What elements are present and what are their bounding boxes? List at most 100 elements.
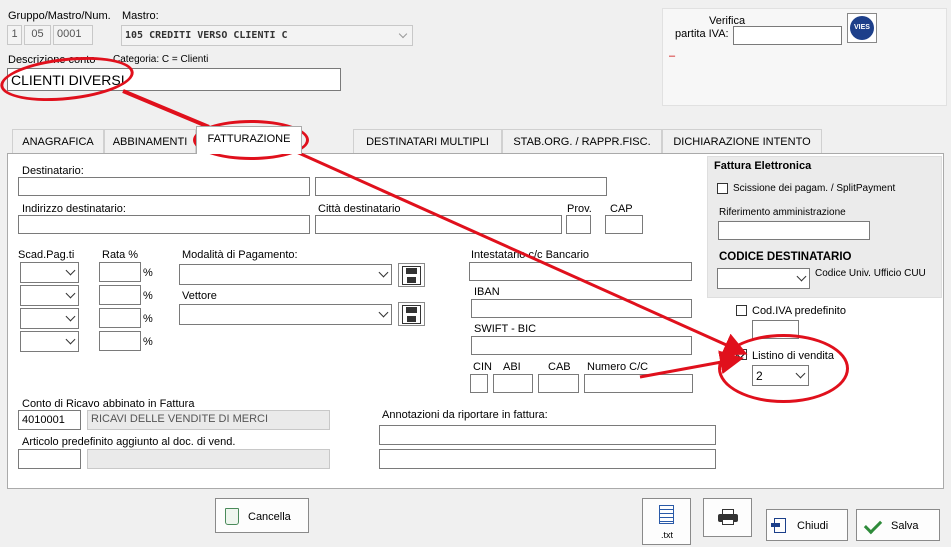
chevron-down-icon <box>65 311 76 321</box>
cap-input[interactable] <box>605 215 643 234</box>
mastro-num-field: 05 <box>24 25 51 45</box>
fattura-elettronica-title: Fattura Elettronica <box>714 160 812 172</box>
destinatario-input-1[interactable] <box>18 177 310 196</box>
indirizzo-input[interactable] <box>18 215 310 234</box>
abi-label: ABI <box>503 361 521 373</box>
tab-fatturazione[interactable]: FATTURAZIONE <box>196 126 302 154</box>
modalita-select[interactable] <box>179 264 392 285</box>
cod-iva-checkbox[interactable] <box>736 305 747 316</box>
cin-input[interactable] <box>470 374 488 393</box>
chevron-down-icon <box>378 307 389 317</box>
abi-input[interactable] <box>493 374 533 393</box>
destinatario-input-2[interactable] <box>315 177 607 196</box>
articolo-desc <box>87 449 330 469</box>
tab-stab-org[interactable]: STAB.ORG. / RAPPR.FISC. <box>502 129 662 153</box>
vettore-label: Vettore <box>182 290 217 302</box>
rata-input-4[interactable] <box>99 331 141 351</box>
rata-label: Rata % <box>102 249 139 261</box>
annotazioni-input-1[interactable] <box>379 425 716 445</box>
scad-select-4[interactable] <box>20 331 79 352</box>
pct-sign-2: % <box>143 290 153 302</box>
partita-iva-label: partita IVA: <box>675 28 729 40</box>
verifica-label: Verifica <box>709 15 746 27</box>
vies-button[interactable]: VIES <box>847 13 877 43</box>
verifica-panel <box>662 8 947 106</box>
mastro-label: Mastro: <box>122 10 159 22</box>
exit-arrow-icon <box>771 523 780 527</box>
citta-input[interactable] <box>315 215 562 234</box>
articolo-label: Articolo predefinito aggiunto al doc. di… <box>22 436 236 448</box>
scad-select-1[interactable] <box>20 262 79 283</box>
rata-input-2[interactable] <box>99 285 141 305</box>
cab-label: CAB <box>548 361 571 373</box>
conto-ricavo-desc: RICAVI DELLE VENDITE DI MERCI <box>87 410 330 430</box>
pct-sign-3: % <box>143 313 153 325</box>
recycle-bin-icon <box>225 508 239 525</box>
chiudi-button[interactable]: Chiudi <box>766 509 848 541</box>
rif-amministrazione-label: Riferimento amministrazione <box>719 207 846 218</box>
cod-iva-label: Cod.IVA predefinito <box>752 305 846 317</box>
codice-univ-label: Codice Univ. Ufficio CUU <box>815 268 926 279</box>
tab-abbinamenti[interactable]: ABBINAMENTI <box>104 129 196 153</box>
chevron-down-icon <box>796 271 807 281</box>
partita-iva-input[interactable] <box>733 26 842 45</box>
save-icon <box>402 266 421 285</box>
cancella-label: Cancella <box>248 511 291 523</box>
rata-input-3[interactable] <box>99 308 141 328</box>
rata-input-1[interactable] <box>99 262 141 282</box>
pct-sign-4: % <box>143 336 153 348</box>
verifica-result: – <box>669 50 676 62</box>
split-payment-label: Scissione dei pagam. / SplitPayment <box>733 183 896 194</box>
cancella-button[interactable]: Cancella <box>215 498 309 533</box>
codice-destinatario-select[interactable] <box>717 268 810 289</box>
scad-label: Scad.Pag.ti <box>18 249 75 261</box>
gruppo-label: Gruppo/Mastro/Num. <box>8 10 111 22</box>
prov-input[interactable] <box>566 215 591 234</box>
split-payment-checkbox[interactable] <box>717 183 728 194</box>
iban-input[interactable] <box>471 299 692 318</box>
citta-label: Città destinatario <box>318 203 401 215</box>
txt-label: .txt <box>661 530 674 540</box>
annotazioni-input-2[interactable] <box>379 449 716 469</box>
conto-ricavo-code-input[interactable]: 4010001 <box>18 410 81 430</box>
gruppo-field: 1 <box>7 25 22 45</box>
export-txt-button[interactable]: .txt <box>642 498 691 545</box>
intestatario-input[interactable] <box>469 262 692 281</box>
chevron-down-icon <box>65 288 76 298</box>
modalita-save-button[interactable] <box>398 263 425 287</box>
scad-select-3[interactable] <box>20 308 79 329</box>
tab-dichiarazione-intento[interactable]: DICHIARAZIONE INTENTO <box>662 129 822 153</box>
mastro-value: 105 CREDITI VERSO CLIENTI C <box>125 30 288 41</box>
vettore-select[interactable] <box>179 304 392 325</box>
rif-amministrazione-input[interactable] <box>718 221 870 240</box>
articolo-code-input[interactable] <box>18 449 81 469</box>
cin-label: CIN <box>473 361 492 373</box>
modalita-label: Modalità di Pagamento: <box>182 249 298 261</box>
chiudi-label: Chiudi <box>797 520 829 532</box>
numero-cc-label: Numero C/C <box>587 361 649 373</box>
chevron-down-icon <box>398 29 408 39</box>
tab-anagrafica[interactable]: ANAGRAFICA <box>12 129 104 153</box>
annotazioni-label: Annotazioni da riportare in fattura: <box>382 409 548 421</box>
check-icon <box>863 515 883 535</box>
prov-label: Prov. <box>567 203 592 215</box>
chevron-down-icon <box>378 267 389 277</box>
vies-icon: VIES <box>850 16 874 40</box>
cab-input[interactable] <box>538 374 579 393</box>
conto-ricavo-label: Conto di Ricavo abbinato in Fattura <box>22 398 195 410</box>
chevron-down-icon <box>65 334 76 344</box>
vettore-save-button[interactable] <box>398 302 425 326</box>
pct-sign-1: % <box>143 267 153 279</box>
numero-cc-input[interactable] <box>584 374 693 393</box>
salva-button[interactable]: Salva <box>856 509 940 541</box>
swift-input[interactable] <box>471 336 692 355</box>
chevron-down-icon <box>65 265 76 275</box>
swift-label: SWIFT - BIC <box>474 323 537 335</box>
print-button[interactable] <box>703 498 752 537</box>
tab-destinatari-multipli[interactable]: DESTINATARI MULTIPLI <box>353 129 502 153</box>
printer-icon <box>718 509 738 525</box>
mastro-select[interactable]: 105 CREDITI VERSO CLIENTI C <box>121 25 413 46</box>
intestatario-label: Intestatario c/c Bancario <box>471 249 590 261</box>
scad-select-2[interactable] <box>20 285 79 306</box>
num-field: 0001 <box>53 25 93 45</box>
